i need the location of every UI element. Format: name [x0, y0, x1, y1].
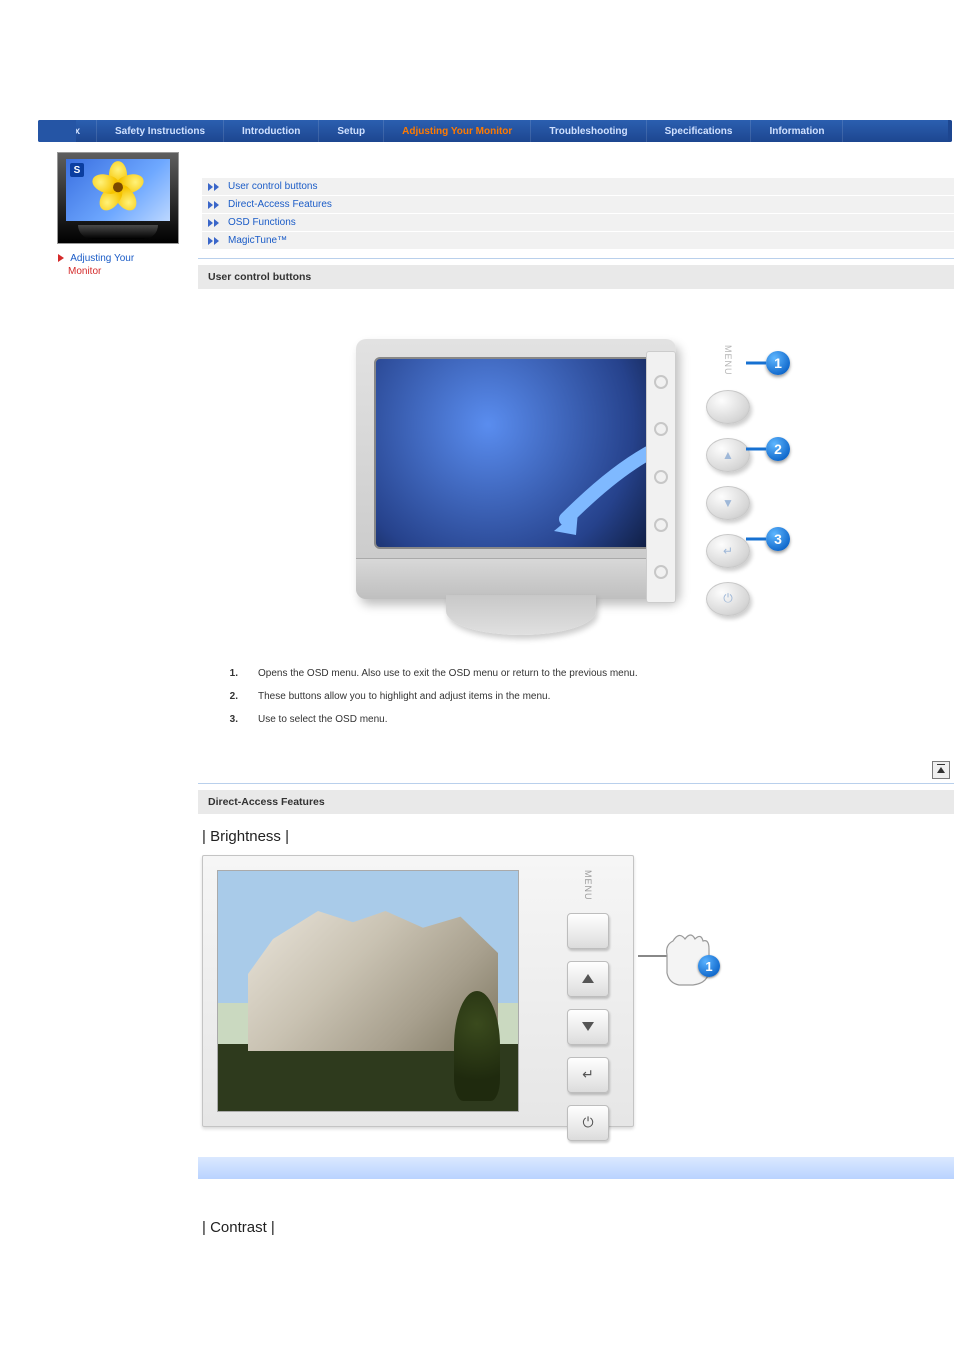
monitor-button-column: MENU ▲ ▼ ↵ ⏻ — [698, 345, 758, 616]
power-button[interactable]: ⏻ — [706, 582, 750, 616]
brightness-card: MENU ↵ ⏻ — [202, 855, 634, 1127]
triangle-up-icon — [582, 974, 594, 983]
sidebar-link-adjusting[interactable]: Adjusting Your — [70, 253, 134, 264]
brightness-callout-badge: 1 — [698, 955, 720, 977]
menu-button[interactable] — [706, 390, 750, 424]
callout-badge-1: 1 — [766, 351, 790, 375]
contrast-heading: | Contrast | — [202, 1219, 954, 1236]
enter-icon: ↵ — [582, 1066, 594, 1083]
monitor-thumbnail: S — [57, 152, 179, 244]
link-user-control-buttons[interactable]: User control buttons — [228, 181, 318, 192]
arrow-right-icon — [58, 254, 64, 262]
flower-icon — [95, 165, 141, 211]
divider-band — [198, 1157, 954, 1179]
section-title-direct-access: Direct-Access Features — [198, 790, 954, 814]
monitor-illustration: MENU ▲ ▼ ↵ ⏻ 1 2 3 — [296, 309, 856, 649]
callout-badge-2: 2 — [766, 437, 790, 461]
mini-enter-button[interactable]: ↵ — [567, 1057, 609, 1093]
triangle-down-icon — [582, 1022, 594, 1031]
menu-label: MENU — [723, 345, 733, 376]
callout-badge-3: 3 — [766, 527, 790, 551]
nav-index[interactable]: Index — [38, 120, 97, 142]
mini-power-button[interactable]: ⏻ — [567, 1105, 609, 1141]
desc-text-3: Use to select the OSD menu. — [258, 714, 388, 725]
back-to-top-button[interactable] — [932, 761, 950, 779]
link-direct-access-features[interactable]: Direct-Access Features — [228, 199, 332, 210]
desc-text-1: Opens the OSD menu. Also use to exit the… — [258, 668, 638, 679]
power-icon: ⏻ — [582, 1114, 593, 1131]
mini-menu-button[interactable] — [567, 913, 609, 949]
mini-down-button[interactable] — [567, 1009, 609, 1045]
nav-introduction[interactable]: Introduction — [224, 120, 319, 142]
menu-mini-label: MENU — [583, 870, 593, 901]
nav-safety[interactable]: Safety Instructions — [97, 120, 224, 142]
top-nav: Index Safety Instructions Introduction S… — [38, 120, 952, 142]
main-content: User control buttons Direct-Access Featu… — [198, 142, 954, 1246]
sidebar-current-section: Adjusting Your Monitor — [58, 252, 198, 278]
anchor-link-list: User control buttons Direct-Access Featu… — [202, 178, 954, 250]
down-button[interactable]: ▼ — [706, 486, 750, 520]
sidebar-link-monitor: Monitor — [68, 266, 101, 277]
double-arrow-icon — [208, 237, 220, 245]
link-magictune[interactable]: MagicTune™ — [228, 235, 287, 246]
double-arrow-icon — [208, 219, 220, 227]
arrow-up-icon — [937, 767, 945, 773]
double-arrow-icon — [208, 183, 220, 191]
nav-setup[interactable]: Setup — [319, 120, 384, 142]
link-osd-functions[interactable]: OSD Functions — [228, 217, 296, 228]
double-arrow-icon — [208, 201, 220, 209]
desc-num-1: 1. — [198, 668, 258, 679]
monitor-side-strip — [646, 351, 676, 603]
brightness-heading: | Brightness | — [202, 828, 954, 845]
nav-adjusting-monitor[interactable]: Adjusting Your Monitor — [384, 120, 531, 142]
nav-information[interactable]: Information — [751, 120, 843, 142]
enter-button[interactable]: ↵ — [706, 534, 750, 568]
sidebar: S Adjusting Your Monitor — [38, 142, 198, 278]
brightness-photo — [217, 870, 519, 1112]
nav-specifications[interactable]: Specifications — [647, 120, 752, 142]
desc-num-2: 2. — [198, 691, 258, 702]
section-title-user-control: User control buttons — [198, 265, 954, 289]
nav-troubleshooting[interactable]: Troubleshooting — [531, 120, 646, 142]
desc-num-3: 3. — [198, 714, 258, 725]
desc-text-2: These buttons allow you to highlight and… — [258, 691, 550, 702]
up-button[interactable]: ▲ — [706, 438, 750, 472]
mini-up-button[interactable] — [567, 961, 609, 997]
s-badge: S — [70, 163, 84, 177]
brightness-button-column: MENU ↵ ⏻ — [565, 870, 611, 1141]
button-descriptions: 1. Opens the OSD menu. Also use to exit … — [198, 662, 954, 731]
nav-cap — [948, 120, 952, 142]
